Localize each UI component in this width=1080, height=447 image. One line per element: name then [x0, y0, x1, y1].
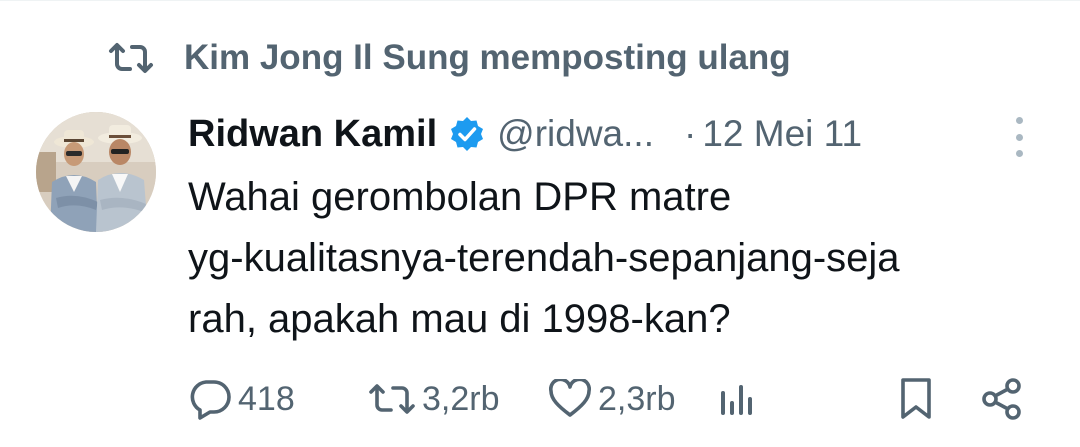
analytics-icon: [718, 381, 754, 417]
more-options-icon[interactable]: [1006, 117, 1032, 157]
bookmark-icon: [898, 377, 934, 421]
tweet-text-line: yg-kualitasnya-terendah-sepanjang-seja: [188, 236, 900, 280]
avatar[interactable]: [36, 112, 156, 232]
tweet-date[interactable]: 12 Mei 11: [702, 113, 862, 155]
heart-icon: [548, 379, 592, 419]
tweet-text-line: Wahai gerombolan DPR matre: [188, 175, 732, 219]
tweet-text-line: rah, apakah mau di 1998-kan?: [188, 297, 731, 341]
views-button[interactable]: [718, 371, 754, 427]
bookmark-button[interactable]: [898, 371, 934, 427]
repost-icon: [108, 41, 156, 75]
repost-icon: [368, 383, 416, 415]
tweet-text: Wahai gerombolan DPR matre yg-kualitasny…: [188, 167, 1058, 350]
repost-count: 3,2rb: [422, 379, 500, 418]
verified-badge-icon: [449, 116, 485, 152]
author-name[interactable]: Ridwan Kamil: [188, 113, 437, 156]
reply-button[interactable]: 418: [188, 371, 295, 427]
like-count: 2,3rb: [598, 379, 676, 418]
share-icon: [980, 377, 1024, 421]
share-button[interactable]: [980, 371, 1024, 427]
repost-button[interactable]: 3,2rb: [368, 371, 500, 427]
social-context: Kim Jong Il Sung memposting ulang: [108, 35, 791, 81]
action-bar: 418 3,2rb 2,3rb: [0, 371, 1080, 427]
tweet-card[interactable]: Kim Jong Il Sung memposting ulang Ridwan…: [0, 0, 1080, 447]
author-handle[interactable]: @ridwa...: [497, 113, 654, 155]
separator-dot: ·: [683, 113, 697, 154]
repost-context-text[interactable]: Kim Jong Il Sung memposting ulang: [184, 38, 791, 78]
reply-count: 418: [238, 379, 295, 418]
tweet-header: Ridwan Kamil @ridwa... · 12 Mei 11: [188, 109, 862, 159]
reply-icon: [188, 378, 232, 420]
like-button[interactable]: 2,3rb: [548, 371, 676, 427]
